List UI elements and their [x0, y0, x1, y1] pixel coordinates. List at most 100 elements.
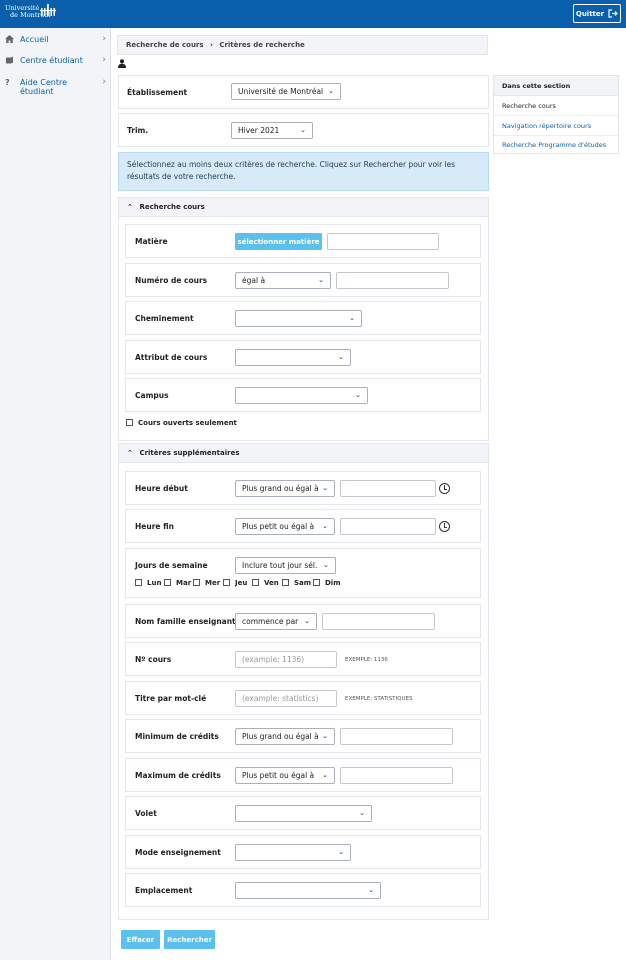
- chevron-down-icon: ⌄: [328, 87, 334, 95]
- nom-enseignant-input[interactable]: [322, 613, 435, 630]
- chevron-down-icon: ⌄: [322, 522, 328, 530]
- max-credits-operator-select[interactable]: Plus petit ou égal à ⌄: [235, 767, 335, 784]
- heure-debut-operator-select[interactable]: Plus grand ou égal à ⌄: [235, 480, 335, 497]
- clock-icon[interactable]: [439, 483, 450, 494]
- max-credits-input[interactable]: [340, 767, 453, 784]
- quit-button[interactable]: Quitter: [573, 4, 621, 23]
- day-checkbox-ven[interactable]: [252, 579, 259, 586]
- chevron-down-icon: ⌄: [338, 353, 344, 361]
- volet-select[interactable]: ⌄: [235, 805, 372, 822]
- heure-debut-row: Heure début Plus grand ou égal à ⌄: [125, 471, 481, 505]
- quit-label: Quitter: [575, 9, 605, 18]
- etablissement-label: Établissement: [127, 88, 188, 97]
- udem-logo[interactable]: Université de Montréal: [5, 4, 56, 19]
- chevron-down-icon: ⌄: [300, 126, 306, 134]
- section-link-recherche-cours[interactable]: Recherche cours: [494, 96, 618, 116]
- chevron-down-icon: ⌄: [368, 886, 374, 894]
- etablissement-row: Établissement Université de Montréal ⌄: [118, 75, 489, 109]
- numero-cours-operator: égal à: [242, 276, 266, 285]
- min-credits-input[interactable]: [340, 728, 453, 745]
- day-checkbox-lun[interactable]: [135, 579, 142, 586]
- chevron-down-icon: ⌄: [322, 484, 328, 492]
- section-criteres-supp-header[interactable]: ⌃ Critères supplémentaires: [118, 443, 489, 463]
- emplacement-select[interactable]: ⌄: [235, 882, 381, 899]
- user-icon: [118, 59, 126, 68]
- select-matiere-button[interactable]: sélectionner matière: [235, 233, 322, 250]
- trim-label: Trim.: [127, 126, 149, 135]
- cheminement-select[interactable]: ⌄: [235, 310, 362, 327]
- titre-example: EXEMPLE: STATISTIQUES: [345, 696, 413, 702]
- volet-row: Volet ⌄: [125, 796, 481, 830]
- sidebar-item-label: Aide Centre étudiant: [20, 78, 67, 96]
- day-checkbox-sam[interactable]: [282, 579, 289, 586]
- min-credits-operator-select[interactable]: Plus grand ou égal à ⌄: [235, 728, 335, 745]
- heure-debut-input[interactable]: [340, 480, 436, 497]
- heure-fin-label: Heure fin: [135, 522, 174, 531]
- day-label: Mar: [176, 579, 192, 587]
- chevron-down-icon: ⌄: [322, 732, 328, 740]
- breadcrumb-parent[interactable]: Recherche de cours: [126, 41, 204, 49]
- etablissement-select[interactable]: Université de Montréal ⌄: [231, 83, 341, 100]
- home-icon: [5, 35, 15, 45]
- cheminement-label: Cheminement: [135, 314, 194, 323]
- mode-select[interactable]: ⌄: [235, 844, 351, 861]
- section-nav-title: Dans cette section: [494, 76, 618, 96]
- chevron-down-icon: ⌄: [359, 809, 365, 817]
- nom-enseignant-operator-select[interactable]: commence par ⌄: [235, 613, 317, 630]
- section-link-recherche-programme[interactable]: Recherche Programme d'études: [494, 135, 618, 155]
- heure-fin-operator-select[interactable]: Plus petit ou égal à ⌄: [235, 518, 335, 535]
- section-nav-panel: Dans cette section Recherche cours Navig…: [493, 75, 619, 154]
- heure-fin-input[interactable]: [340, 518, 436, 535]
- breadcrumb-separator: ›: [209, 41, 213, 49]
- sidebar-item-aide[interactable]: ? Aide Centre étudiant ›: [0, 74, 111, 100]
- chevron-right-icon: ›: [102, 55, 106, 65]
- attribut-select[interactable]: ⌄: [235, 349, 351, 366]
- chevron-down-icon: ⌄: [349, 314, 355, 322]
- clock-icon[interactable]: [439, 521, 450, 532]
- campus-label: Campus: [135, 391, 169, 400]
- day-checkbox-mar[interactable]: [164, 579, 171, 586]
- clear-button[interactable]: Effacer: [121, 930, 160, 949]
- trim-select[interactable]: Hiver 2021 ⌄: [231, 122, 313, 139]
- chevron-down-icon: ⌄: [304, 617, 310, 625]
- titre-input[interactable]: (example: statistics): [235, 690, 337, 707]
- min-credits-operator: Plus grand ou égal à: [242, 732, 319, 741]
- matiere-label: Matière: [135, 237, 168, 246]
- jours-label: Jours de semaine: [135, 561, 208, 570]
- day-label: Ven: [264, 579, 279, 587]
- attribut-label: Attribut de cours: [135, 353, 208, 362]
- search-button[interactable]: Rechercher: [164, 930, 215, 949]
- no-cours-input[interactable]: (example: 1136): [235, 651, 337, 668]
- heure-debut-label: Heure début: [135, 484, 188, 493]
- heure-debut-operator: Plus grand ou égal à: [242, 484, 319, 493]
- max-credits-row: Maximum de crédits Plus petit ou égal à …: [125, 758, 481, 792]
- section-recherche-cours-header[interactable]: ⌃ Recherche cours: [118, 197, 489, 217]
- etablissement-value: Université de Montréal: [238, 87, 324, 96]
- min-credits-row: Minimum de crédits Plus grand ou égal à …: [125, 719, 481, 753]
- attribut-row: Attribut de cours ⌄: [125, 340, 481, 374]
- cheminement-row: Cheminement ⌄: [125, 301, 481, 335]
- day-checkbox-mer[interactable]: [193, 579, 200, 586]
- matiere-input[interactable]: [327, 233, 439, 250]
- section-title: Recherche cours: [139, 203, 205, 211]
- campus-select[interactable]: ⌄: [235, 387, 368, 404]
- section-link-navigation-repertoire[interactable]: Navigation répertoire cours: [494, 116, 618, 136]
- day-label: Lun: [147, 579, 162, 587]
- chevron-down-icon: ⌄: [338, 848, 344, 856]
- chevron-up-icon: ⌃: [127, 449, 133, 457]
- sidebar-item-accueil[interactable]: Accueil ›: [0, 31, 111, 52]
- day-label: Dim: [325, 579, 341, 587]
- jours-row: Jours de semaine Inclure tout jour sél. …: [125, 548, 481, 598]
- jours-operator-select[interactable]: Inclure tout jour sél. ⌄: [235, 557, 336, 574]
- numero-cours-operator-select[interactable]: égal à ⌄: [235, 272, 331, 289]
- no-cours-label: Nº cours: [135, 655, 172, 664]
- sidebar-item-centre-etudiant[interactable]: Centre étudiant ›: [0, 52, 111, 73]
- day-checkbox-jeu[interactable]: [223, 579, 230, 586]
- matiere-row: Matière sélectionner matière: [125, 224, 481, 258]
- day-checkbox-dim[interactable]: [313, 579, 320, 586]
- section-title: Critères supplémentaires: [139, 449, 240, 457]
- volet-label: Volet: [135, 809, 157, 818]
- open-only-checkbox[interactable]: [126, 419, 133, 426]
- numero-cours-input[interactable]: [336, 272, 449, 289]
- max-credits-operator: Plus petit ou égal à: [242, 771, 315, 780]
